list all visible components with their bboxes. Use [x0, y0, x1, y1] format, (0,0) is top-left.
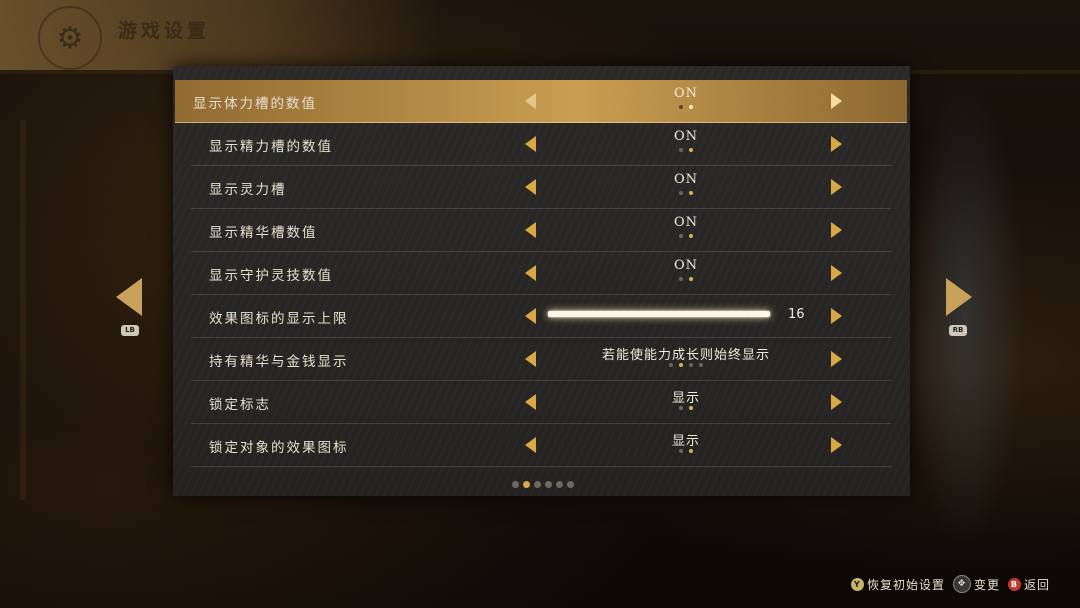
- option-dot: [689, 277, 693, 281]
- option-indicator: [551, 234, 821, 238]
- setting-row[interactable]: 锁定标志 显示: [191, 381, 891, 424]
- change-label: 变更: [973, 577, 1000, 592]
- setting-value: ON: [673, 129, 699, 144]
- option-dot: [679, 148, 683, 152]
- page-dot[interactable]: [567, 481, 574, 488]
- increase-arrow-icon[interactable]: [831, 93, 842, 109]
- setting-row[interactable]: 锁定对象的效果图标 显示: [191, 424, 891, 467]
- option-dot: [679, 234, 683, 238]
- option-dot: [679, 363, 683, 367]
- back-prompt[interactable]: B 返回: [1007, 576, 1050, 593]
- setting-value: 显示: [671, 391, 700, 406]
- option-dot: [689, 148, 693, 152]
- gear-emblem-icon: ⚙: [38, 6, 102, 70]
- lb-button-badge: LB: [121, 325, 139, 336]
- option-dot: [699, 363, 703, 367]
- setting-label: 显示精力槽的数值: [209, 139, 333, 155]
- next-page-arrow-icon[interactable]: [946, 278, 972, 316]
- decrease-arrow-icon[interactable]: [525, 179, 536, 195]
- setting-row[interactable]: 显示灵力槽 ON: [191, 166, 891, 209]
- setting-label: 持有精华与金钱显示: [209, 354, 349, 370]
- setting-row[interactable]: 显示精华槽数值 ON: [191, 209, 891, 252]
- setting-value: ON: [673, 258, 699, 273]
- settings-list: 显示体力槽的数值 ON 显示精力槽的数值 ON 显示灵力槽 ON 显示精华槽数值 ON 显示守护…: [175, 80, 907, 467]
- option-dot: [679, 191, 683, 195]
- dpad-icon: ✥: [952, 575, 971, 593]
- decrease-arrow-icon[interactable]: [525, 351, 536, 367]
- background-pillar: [20, 120, 26, 500]
- setting-label: 锁定对象的效果图标: [209, 440, 349, 456]
- increase-arrow-icon[interactable]: [831, 179, 842, 195]
- option-dot: [689, 234, 693, 238]
- option-indicator: [551, 406, 821, 410]
- option-dot: [689, 191, 693, 195]
- increase-arrow-icon[interactable]: [831, 222, 842, 238]
- increase-arrow-icon[interactable]: [831, 437, 842, 453]
- slider-value: 16: [788, 307, 805, 322]
- setting-value: ON: [673, 172, 699, 187]
- option-indicator: [551, 105, 821, 109]
- increase-arrow-icon[interactable]: [831, 308, 842, 324]
- setting-label: 显示精华槽数值: [209, 225, 318, 241]
- option-indicator: [551, 363, 821, 367]
- option-indicator: [551, 191, 821, 195]
- setting-value: ON: [673, 86, 699, 101]
- page-dot[interactable]: [512, 481, 519, 488]
- increase-arrow-icon[interactable]: [831, 265, 842, 281]
- page-dot[interactable]: [534, 481, 541, 488]
- setting-row[interactable]: 显示精力槽的数值 ON: [191, 123, 891, 166]
- decrease-arrow-icon[interactable]: [525, 394, 536, 410]
- setting-row[interactable]: 显示体力槽的数值 ON: [175, 80, 907, 123]
- setting-label: 显示体力槽的数值: [193, 96, 317, 112]
- change-prompt[interactable]: ✥ 变更: [952, 575, 1000, 593]
- decrease-arrow-icon[interactable]: [525, 222, 536, 238]
- option-indicator: [551, 449, 821, 453]
- setting-value: 显示: [671, 434, 700, 449]
- button-prompts: Y 恢复初始设置 ✥ 变更 B 返回: [843, 575, 1050, 593]
- decrease-arrow-icon[interactable]: [525, 265, 536, 281]
- rb-button-badge: RB: [949, 325, 967, 336]
- option-dot: [679, 406, 683, 410]
- option-indicator: [551, 148, 821, 152]
- settings-panel: 显示体力槽的数值 ON 显示精力槽的数值 ON 显示灵力槽 ON 显示精华槽数值 ON 显示守护…: [173, 66, 910, 496]
- setting-label: 效果图标的显示上限: [209, 311, 349, 327]
- decrease-arrow-icon[interactable]: [525, 308, 536, 324]
- page-indicator: [510, 481, 576, 488]
- option-indicator: [551, 277, 821, 281]
- setting-row[interactable]: 持有精华与金钱显示 若能使能力成长则始终显示: [191, 338, 891, 381]
- increase-arrow-icon[interactable]: [831, 394, 842, 410]
- page-dot[interactable]: [523, 481, 530, 488]
- option-dot: [679, 449, 683, 453]
- setting-value: 若能使能力成长则始终显示: [601, 348, 770, 363]
- decrease-arrow-icon[interactable]: [525, 437, 536, 453]
- reset-prompt[interactable]: Y 恢复初始设置: [850, 576, 945, 593]
- screen-header: ⚙ 游戏设置: [0, 0, 440, 70]
- setting-value: ON: [673, 215, 699, 230]
- option-dot: [679, 105, 683, 109]
- y-button-icon: Y: [850, 577, 864, 591]
- increase-arrow-icon[interactable]: [831, 136, 842, 152]
- option-dot: [689, 449, 693, 453]
- option-dot: [679, 277, 683, 281]
- setting-row[interactable]: 效果图标的显示上限 16: [191, 295, 891, 338]
- b-button-icon: B: [1007, 577, 1021, 591]
- reset-label: 恢复初始设置: [866, 577, 945, 592]
- option-dot: [689, 105, 693, 109]
- back-label: 返回: [1023, 577, 1050, 592]
- setting-label: 显示灵力槽: [209, 182, 287, 198]
- previous-page-arrow-icon[interactable]: [116, 278, 142, 316]
- setting-row[interactable]: 显示守护灵技数值 ON: [191, 252, 891, 295]
- page-dot[interactable]: [556, 481, 563, 488]
- page-title: 游戏设置: [118, 20, 211, 42]
- option-dot: [689, 406, 693, 410]
- decrease-arrow-icon[interactable]: [525, 136, 536, 152]
- setting-label: 锁定标志: [209, 397, 271, 413]
- option-dot: [689, 363, 693, 367]
- option-dot: [669, 363, 673, 367]
- decrease-arrow-icon[interactable]: [525, 93, 536, 109]
- effect-icon-limit-slider[interactable]: [548, 311, 770, 317]
- page-dot[interactable]: [545, 481, 552, 488]
- setting-label: 显示守护灵技数值: [209, 268, 333, 284]
- increase-arrow-icon[interactable]: [831, 351, 842, 367]
